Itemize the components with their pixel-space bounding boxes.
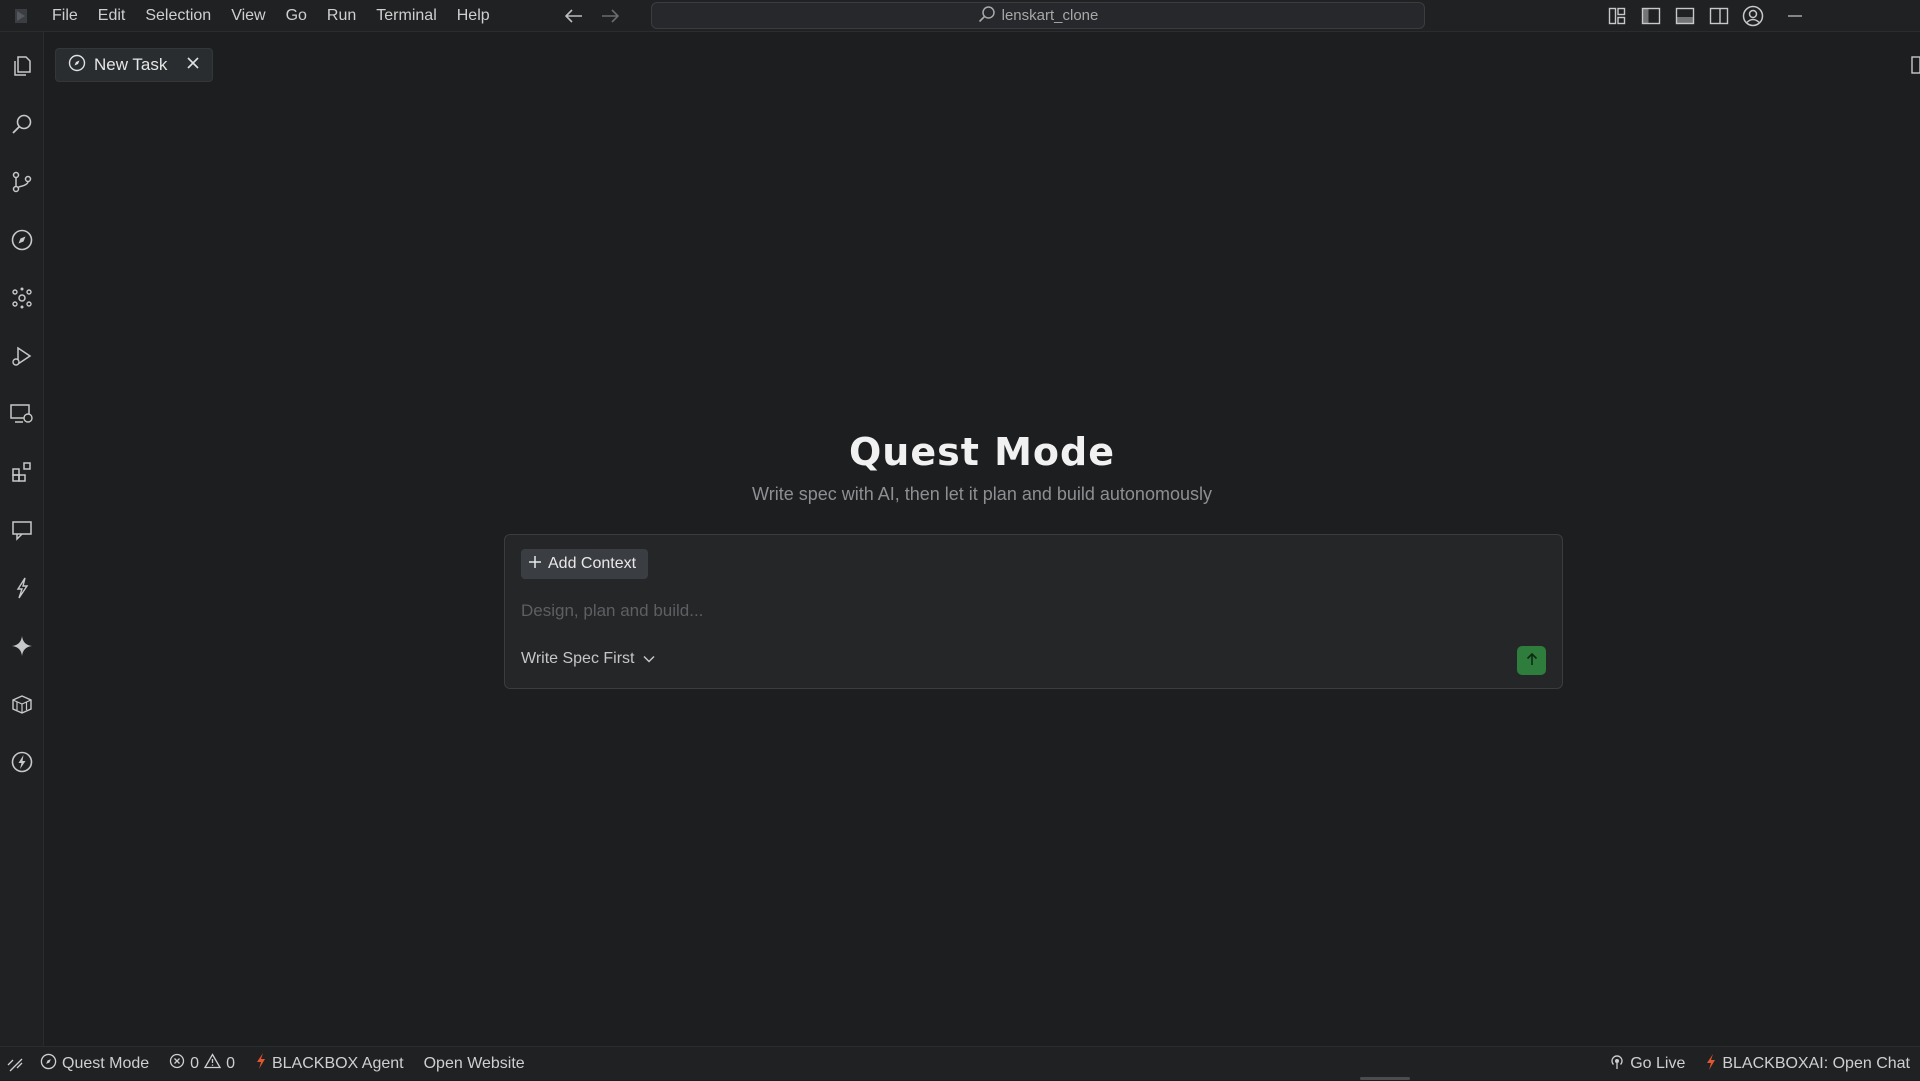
broadcast-icon	[1609, 1054, 1625, 1075]
page-title: Quest Mode	[848, 430, 1116, 474]
error-icon	[169, 1053, 185, 1074]
title-bar-actions	[1600, 0, 1920, 32]
quest-mode-panel: Quest Mode Write spec with AI, then let …	[44, 92, 1920, 1046]
open-website-label: Open Website	[423, 1054, 525, 1072]
tab-label: New Task	[94, 55, 168, 74]
package-icon[interactable]	[0, 682, 44, 726]
quest-mode-label: Quest Mode	[62, 1054, 150, 1072]
remote-indicator-icon[interactable]	[0, 1047, 30, 1081]
close-icon[interactable]	[186, 55, 200, 75]
toggle-secondary-sidebar-icon[interactable]	[1702, 0, 1736, 32]
chevron-down-icon	[642, 650, 655, 668]
lightning-circle-icon[interactable]	[0, 740, 44, 784]
warning-count: 0	[226, 1054, 235, 1072]
menu-edit[interactable]: Edit	[88, 0, 136, 32]
prompt-input[interactable]	[521, 597, 1541, 625]
compass-icon[interactable]	[0, 218, 44, 262]
add-context-label: Add Context	[548, 555, 637, 572]
remote-explorer-icon[interactable]	[0, 392, 44, 436]
search-icon	[978, 5, 996, 27]
menu-bar: File Edit Selection View Go Run Terminal…	[42, 0, 500, 32]
run-debug-icon[interactable]	[0, 334, 44, 378]
chat-icon[interactable]	[0, 508, 44, 552]
menu-terminal[interactable]: Terminal	[366, 0, 446, 32]
status-open-website[interactable]: Open Website	[414, 1047, 535, 1081]
go-live-label: Go Live	[1630, 1055, 1686, 1072]
prompt-card: Add Context Write Spec First	[504, 534, 1563, 689]
back-arrow-icon[interactable]	[560, 2, 588, 30]
bolt-icon[interactable]	[0, 566, 44, 610]
status-blackbox-agent[interactable]: BLACKBOX Agent	[245, 1047, 414, 1081]
mode-dropdown[interactable]: Write Spec First	[521, 646, 655, 672]
error-count: 0	[190, 1054, 200, 1072]
forward-arrow-icon[interactable]	[596, 2, 624, 30]
command-center-search[interactable]: lenskart_clone	[651, 2, 1425, 29]
menu-view[interactable]: View	[221, 0, 275, 32]
explorer-icon[interactable]	[0, 44, 44, 88]
toggle-panel-icon[interactable]	[1668, 0, 1702, 32]
window-control-spacer-2	[1870, 0, 1920, 32]
bolt-icon	[255, 1053, 267, 1074]
agent-label: BLACKBOX Agent	[271, 1054, 404, 1072]
menu-selection[interactable]: Selection	[135, 0, 221, 32]
menu-help[interactable]: Help	[447, 0, 500, 32]
activity-bar	[0, 32, 44, 1046]
status-problems[interactable]: 0 0	[159, 1047, 245, 1081]
customize-layout-icon[interactable]	[1600, 0, 1634, 32]
sparkle-icon[interactable]	[0, 624, 44, 668]
tab-overflow-icon[interactable]	[1910, 56, 1920, 74]
editor-tab-bar: New Task	[44, 32, 1920, 92]
search-icon[interactable]	[0, 102, 44, 146]
menu-file[interactable]: File	[42, 0, 88, 32]
add-context-button[interactable]: Add Context	[521, 549, 648, 579]
menu-go[interactable]: Go	[276, 0, 317, 32]
bolt-icon	[1705, 1053, 1717, 1075]
page-subtitle: Write spec with AI, then let it plan and…	[752, 484, 1212, 504]
status-quest-mode[interactable]: Quest Mode	[30, 1047, 159, 1081]
toggle-primary-sidebar-icon[interactable]	[1634, 0, 1668, 32]
app-logo-icon	[0, 0, 42, 32]
status-bar-right: Go Live BLACKBOXAI: Open Chat	[1599, 1047, 1920, 1081]
window-control-spacer	[1820, 0, 1870, 32]
tab-new-task[interactable]: New Task	[55, 48, 213, 82]
plus-icon	[528, 555, 542, 574]
mode-label: Write Spec First	[521, 650, 635, 667]
open-chat-label: BLACKBOXAI: Open Chat	[1722, 1055, 1910, 1072]
warning-icon	[203, 1053, 222, 1074]
minimize-icon[interactable]	[1770, 0, 1820, 32]
workspace-name: lenskart_clone	[1001, 7, 1099, 24]
status-bar: Quest Mode 0 0 BLACKBOX Agent Open Websi…	[0, 1046, 1920, 1080]
arrow-up-icon	[1526, 652, 1538, 669]
title-bar: File Edit Selection View Go Run Terminal…	[0, 0, 1920, 32]
compass-icon	[68, 54, 86, 77]
extensions-icon[interactable]	[0, 450, 44, 494]
compass-icon	[40, 1053, 57, 1075]
send-button[interactable]	[1517, 646, 1546, 675]
status-go-live[interactable]: Go Live	[1599, 1047, 1695, 1081]
status-open-chat[interactable]: BLACKBOXAI: Open Chat	[1695, 1047, 1920, 1081]
navigation-arrows	[560, 2, 624, 30]
source-control-icon[interactable]	[0, 160, 44, 204]
menu-run[interactable]: Run	[317, 0, 366, 32]
extensions-cluster-icon[interactable]	[0, 276, 44, 320]
accounts-icon[interactable]	[1736, 0, 1770, 32]
